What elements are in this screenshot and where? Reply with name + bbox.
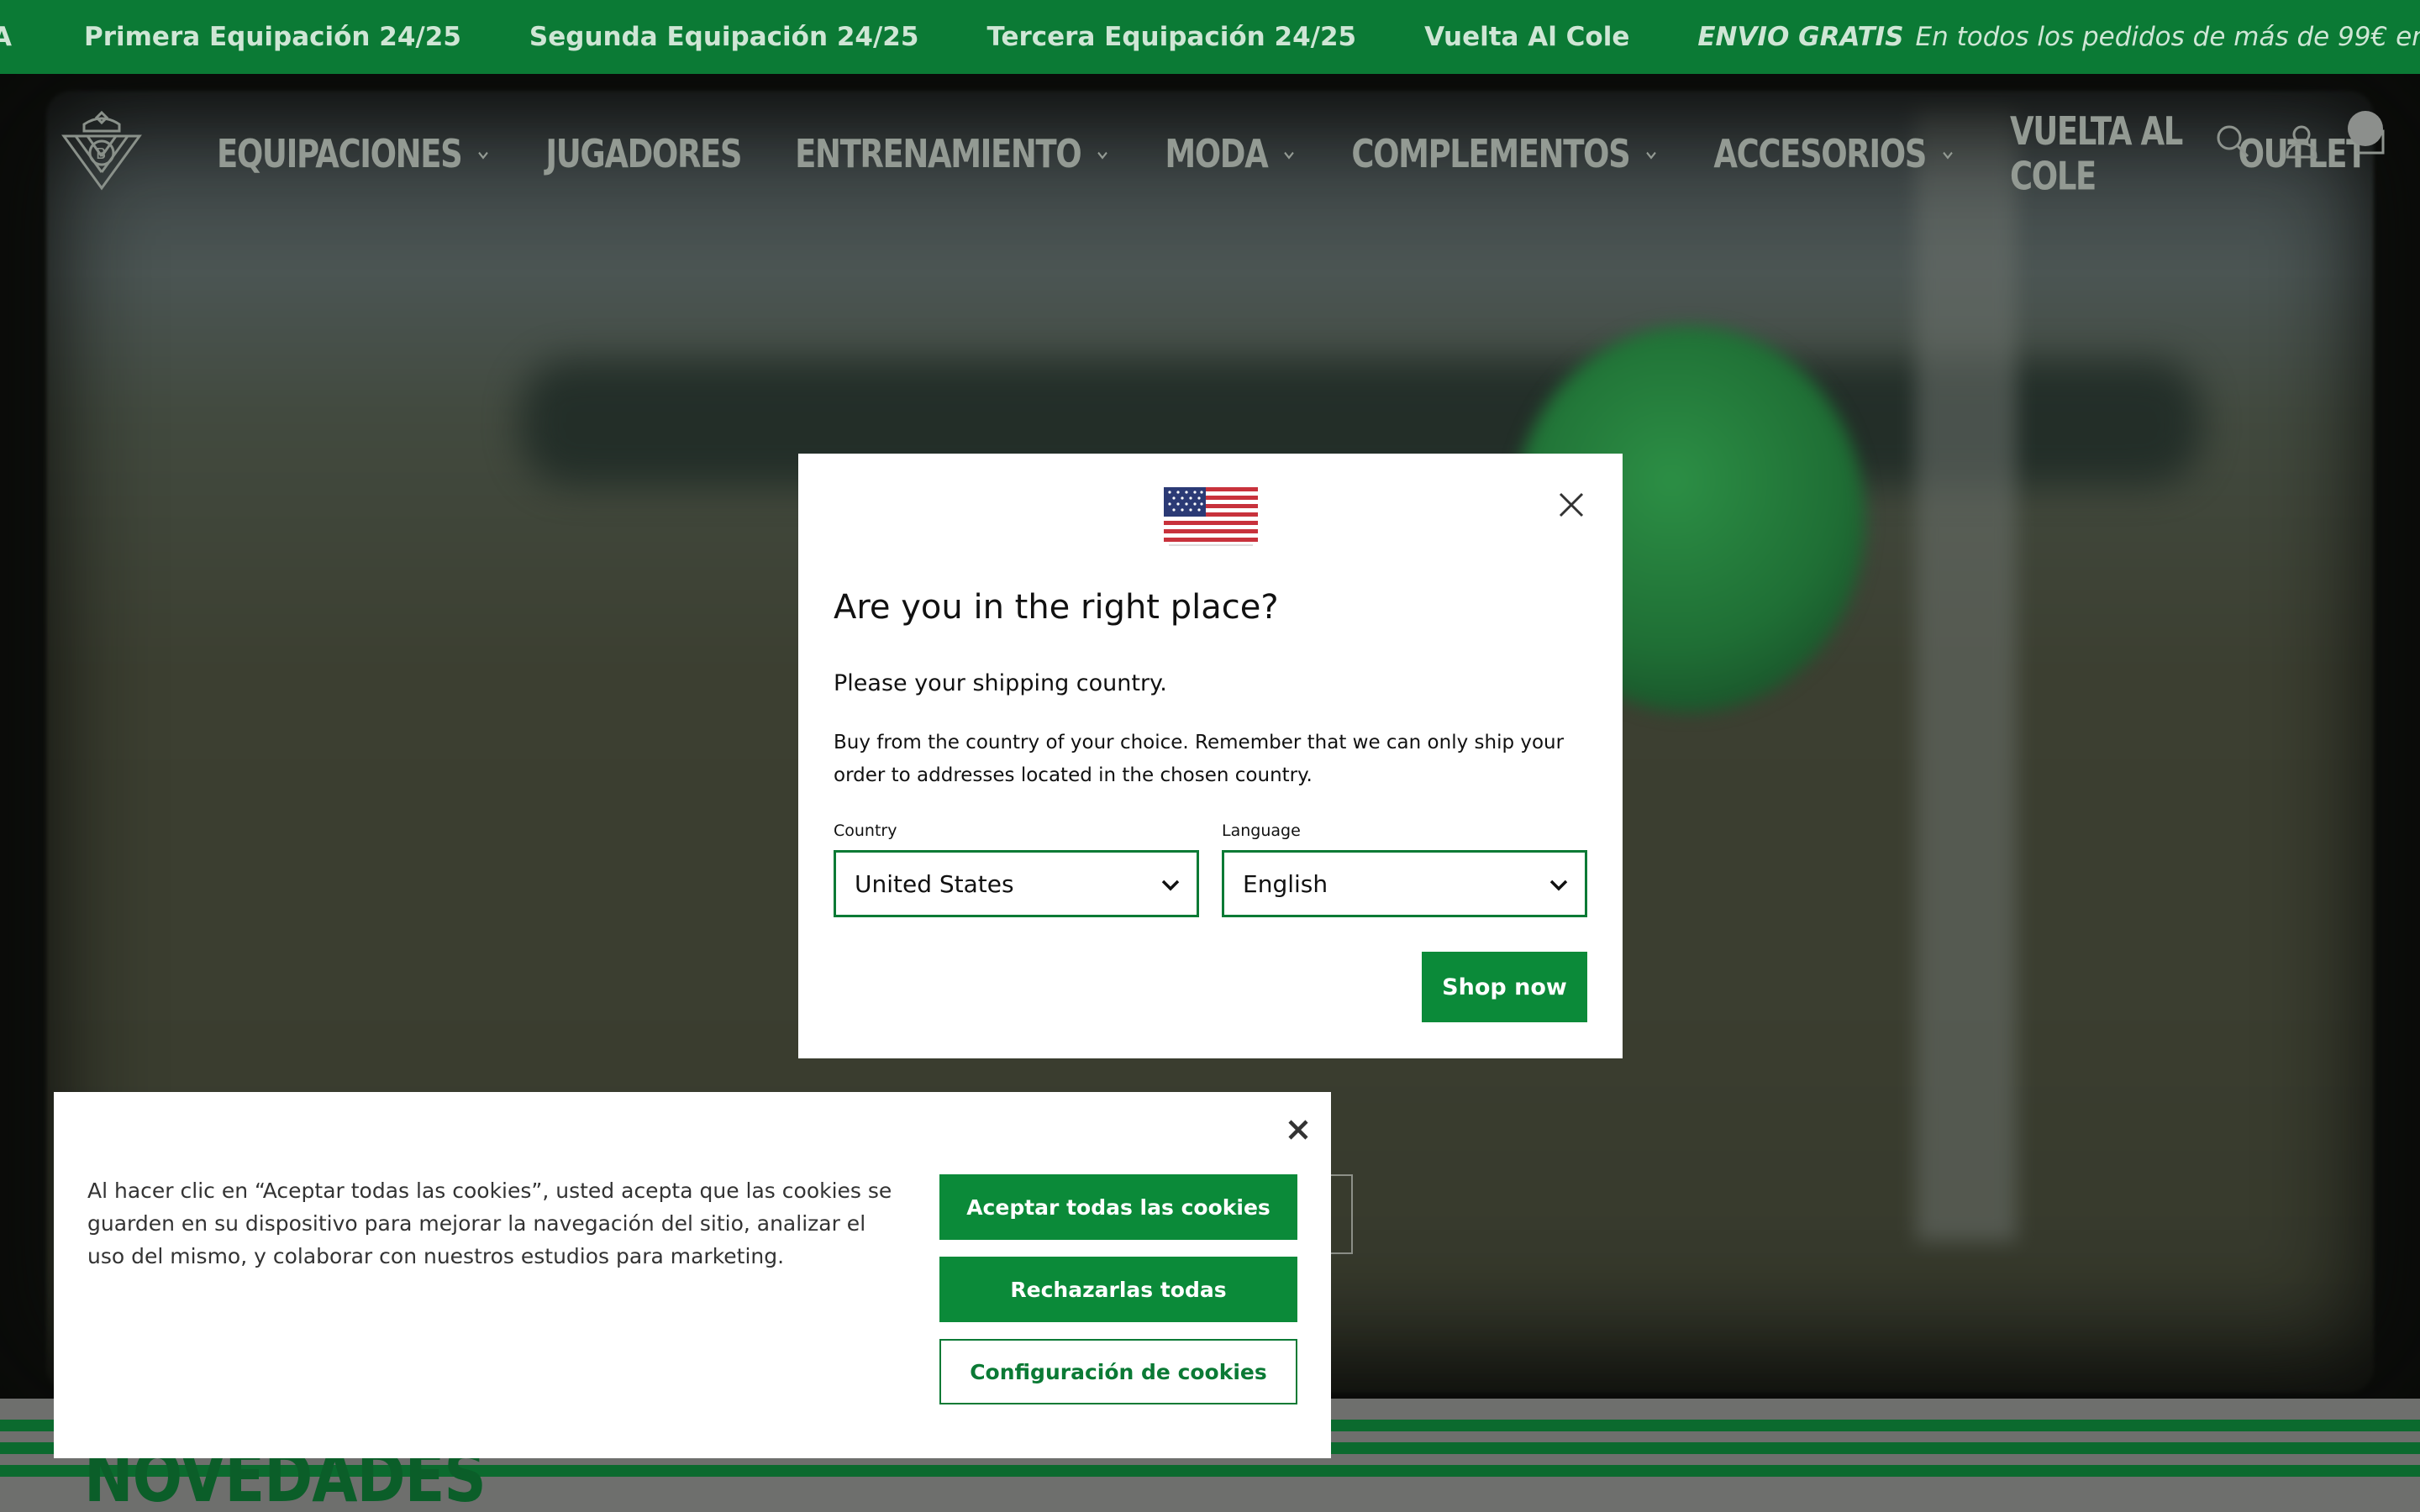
promo-text: En todos los pedidos de más de 99€ en ES… [1915, 22, 2420, 52]
cart-count-badge [2348, 111, 2383, 146]
nav-item-equipaciones[interactable]: EQUIPACIONES [217, 131, 492, 176]
nav-item-label: COMPLEMENTOS [1351, 131, 1630, 176]
nav-item-label: JUGADORES [545, 131, 742, 176]
announcement-bar: A Primera Equipación 24/25 Segunda Equip… [0, 0, 2420, 74]
nav-item-label: ACCESORIOS [1713, 131, 1927, 176]
cart-wrapper [2348, 111, 2420, 162]
cookie-text: Al hacer clic en “Aceptar todas las cook… [87, 1179, 892, 1268]
nav-item-label: EQUIPACIONES [217, 131, 463, 176]
announcement-link-tercera[interactable]: Tercera Equipación 24/25 [986, 22, 1356, 52]
chevron-down-icon [478, 150, 489, 159]
nav-item-label: ENTRENAMIENTO [795, 131, 1082, 176]
nav-item-moda[interactable]: MODA [1165, 131, 1297, 176]
language-select-value: English [1243, 869, 1328, 898]
hero-image-pillar [1916, 108, 2017, 1242]
announcement-link-segunda[interactable]: Segunda Equipación 24/25 [529, 22, 919, 52]
main-nav: EQUIPACIONES JUGADORES ENTRENAMIENTO MOD… [217, 108, 2420, 199]
country-label: Country [834, 822, 897, 840]
modal-description: Buy from the country of your choice. Rem… [834, 732, 1565, 786]
us-flag-icon [1164, 487, 1258, 546]
chevron-down-icon [1943, 150, 1953, 159]
nav-item-vuelta-al-cole[interactable]: VUELTA AL COLE [2010, 108, 2185, 199]
chevron-down-icon [1549, 879, 1568, 891]
shop-now-button[interactable]: Shop now [1422, 952, 1587, 1022]
chevron-down-icon [1284, 150, 1295, 159]
accept-cookies-button[interactable]: Aceptar todas las cookies [939, 1174, 1297, 1240]
nav-item-complementos[interactable]: COMPLEMENTOS [1351, 131, 1660, 176]
modal-subtitle: Please your shipping country. [834, 670, 1167, 696]
promo-strong-text: ENVIO GRATIS [1697, 22, 1904, 52]
header-actions [2213, 111, 2420, 162]
cookie-settings-button[interactable]: Configuración de cookies [939, 1339, 1297, 1404]
nav-item-accesorios[interactable]: ACCESORIOS [1713, 131, 1956, 176]
chevron-down-icon [1161, 879, 1180, 891]
language-label: Language [1222, 822, 1301, 840]
club-crest-logo[interactable]: B [57, 106, 146, 195]
reject-cookies-button[interactable]: Rechazarlas todas [939, 1257, 1297, 1322]
nav-item-jugadores[interactable]: JUGADORES [545, 131, 742, 176]
country-selector-modal: Are you in the right place? Please your … [798, 454, 1623, 1058]
country-select-value: United States [855, 869, 1014, 898]
language-select[interactable]: English [1222, 850, 1587, 917]
nav-item-label: MODA [1165, 131, 1268, 176]
announcement-link-vuelta-al-cole[interactable]: Vuelta Al Cole [1424, 22, 1629, 52]
country-select[interactable]: United States [834, 850, 1199, 917]
nav-item-label: VUELTA AL COLE [2010, 108, 2183, 199]
account-icon[interactable] [2282, 122, 2321, 160]
cookie-banner: Al hacer clic en “Aceptar todas las cook… [54, 1092, 1331, 1458]
chevron-down-icon [1097, 150, 1108, 159]
announcement-link-primera[interactable]: Primera Equipación 24/25 [84, 22, 461, 52]
modal-title: Are you in the right place? [834, 588, 1279, 627]
site-header: B EQUIPACIONES JUGADORES ENTRENAMIENTO M… [0, 74, 2420, 208]
announcement-fragment: A [0, 22, 12, 52]
svg-text:B: B [96, 145, 106, 163]
search-icon[interactable] [2213, 122, 2252, 160]
nav-item-entrenamiento[interactable]: ENTRENAMIENTO [795, 131, 1111, 176]
chevron-down-icon [1646, 150, 1657, 159]
close-icon[interactable] [1554, 487, 1589, 522]
close-icon[interactable] [1284, 1116, 1313, 1144]
